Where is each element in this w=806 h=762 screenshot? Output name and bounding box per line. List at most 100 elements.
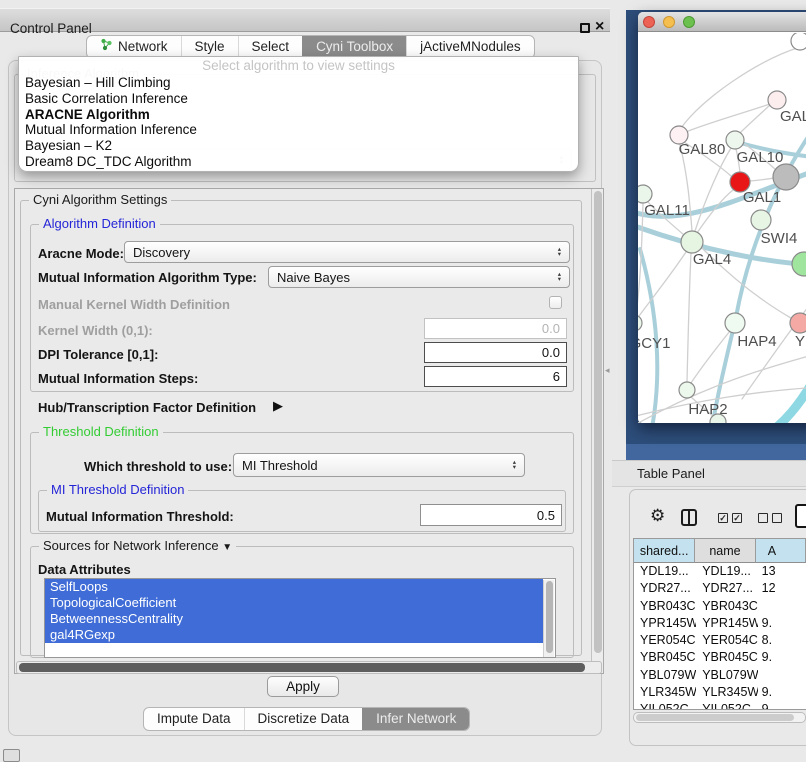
column-header[interactable]: name: [695, 539, 755, 563]
tab-select[interactable]: Select: [238, 36, 303, 58]
data-attribute-item[interactable]: TopologicalCoefficient: [45, 595, 543, 611]
collapse-arrow-icon[interactable]: ▼: [222, 542, 232, 553]
tab-label: Network: [118, 36, 168, 58]
bottom-tab-impute-data[interactable]: Impute Data: [144, 708, 244, 730]
document-icon[interactable]: [795, 504, 806, 528]
close-traffic-light-icon[interactable]: [643, 16, 655, 28]
table-cell: YLR345W: [696, 684, 757, 701]
network-node-gcy1[interactable]: [638, 315, 642, 331]
table-row[interactable]: YDR27...YDR27...12: [634, 580, 806, 597]
kernel-width-value: 0.0: [542, 321, 560, 336]
apply-button[interactable]: Apply: [267, 676, 339, 697]
network-node-gal4[interactable]: [681, 231, 703, 253]
data-attribute-item[interactable]: gal4RGexp: [45, 627, 543, 643]
which-threshold-combobox[interactable]: MI Threshold ▴▾: [233, 453, 525, 477]
data-attributes-label: Data Attributes: [38, 562, 131, 577]
column-header[interactable]: shared...: [634, 539, 695, 563]
float-window-icon[interactable]: [580, 23, 590, 33]
network-node[interactable]: [792, 252, 806, 276]
tab-network[interactable]: Network: [87, 36, 181, 58]
settings-vertical-scrollbar[interactable]: [591, 189, 603, 673]
network-node-hap2[interactable]: [679, 382, 695, 398]
algorithm-option[interactable]: Bayesian – K2: [19, 138, 578, 154]
gear-icon[interactable]: ⚙: [650, 506, 665, 526]
network-view-window[interactable]: GAL8GAL80GAL10GAL1GAL11SWI4GAL4GCY1HAP4Y…: [638, 12, 806, 423]
which-threshold-value: MI Threshold: [242, 458, 318, 473]
network-node-swi4[interactable]: [751, 210, 771, 230]
table-row[interactable]: YBR043CYBR043C: [634, 598, 806, 615]
algorithm-option[interactable]: Mutual Information Inference: [19, 122, 578, 138]
algorithm-definition-title: Algorithm Definition: [39, 216, 160, 231]
unchecked-checkbox-icon[interactable]: [758, 513, 768, 523]
network-node-gal8[interactable]: [768, 91, 786, 109]
table-cell: YIL052C: [634, 701, 696, 710]
table-row[interactable]: YBL079WYBL079W: [634, 667, 806, 684]
table-row[interactable]: YLR345WYLR345W9.: [634, 684, 806, 701]
tab-style[interactable]: Style: [181, 36, 238, 58]
table-cell: YDL19...: [634, 563, 696, 580]
bottom-tab-infer-network[interactable]: Infer Network: [362, 708, 469, 730]
tab-jactivemnodules[interactable]: jActiveMNodules: [406, 36, 534, 58]
table-row[interactable]: YBR045CYBR045C9.: [634, 649, 806, 666]
minimize-traffic-light-icon[interactable]: [663, 16, 675, 28]
manual-kernel-label: Manual Kernel Width Definition: [38, 297, 230, 312]
table-cell: YER054C: [696, 632, 757, 649]
table-cell: YLR345W: [634, 684, 696, 701]
columns-icon[interactable]: [681, 509, 697, 526]
table-cell: YDR27...: [696, 580, 757, 597]
column-header[interactable]: A: [756, 539, 806, 563]
network-tab-icon: [100, 36, 113, 58]
mi-threshold-field[interactable]: 0.5: [420, 504, 562, 526]
network-canvas[interactable]: GAL8GAL80GAL10GAL1GAL11SWI4GAL4GCY1HAP4Y…: [638, 33, 806, 423]
algorithm-option[interactable]: Basic Correlation Inference: [19, 91, 578, 107]
network-window-titlebar[interactable]: [638, 12, 806, 32]
node-attribute-table[interactable]: shared...nameAYDL19...YDL19...13YDR27...…: [633, 538, 806, 710]
network-node[interactable]: [791, 33, 806, 50]
kernel-width-field[interactable]: 0.0: [424, 318, 567, 339]
network-node-gal11[interactable]: [638, 185, 652, 203]
table-row[interactable]: YPR145WYPR145W9.: [634, 615, 806, 632]
list-vertical-scrollbar[interactable]: [543, 580, 554, 658]
manual-kernel-checkbox[interactable]: [549, 296, 562, 309]
bottom-tab-label: Discretize Data: [258, 708, 350, 730]
table-row[interactable]: YDL19...YDL19...13: [634, 563, 806, 580]
collapsed-panel-icon[interactable]: [3, 749, 20, 762]
algorithm-option[interactable]: Dream8 DC_TDC Algorithm: [19, 154, 578, 170]
close-icon[interactable]: ×: [595, 18, 604, 36]
table-row[interactable]: YER054CYER054C8.: [634, 632, 806, 649]
unchecked-checkbox-icon[interactable]: [772, 513, 782, 523]
aracne-mode-label: Aracne Mode:: [38, 246, 124, 261]
table-row[interactable]: YIL052CYIL052C9: [634, 701, 806, 710]
table-cell: 9.: [758, 684, 806, 701]
network-node-gal10[interactable]: [726, 131, 744, 149]
algorithm-option[interactable]: Bayesian – Hill Climbing: [19, 75, 578, 91]
checked-checkbox-icon[interactable]: ✓: [718, 513, 728, 523]
expand-arrow-icon[interactable]: ▶: [273, 398, 283, 414]
table-cell: 9: [758, 701, 806, 710]
table-cell: YBR043C: [634, 598, 696, 615]
bottom-tab-label: Impute Data: [157, 708, 231, 730]
bottom-tab-discretize-data[interactable]: Discretize Data: [244, 708, 363, 730]
network-node[interactable]: [773, 164, 799, 190]
network-node-hap4[interactable]: [725, 313, 745, 333]
network-node-y[interactable]: [790, 313, 806, 333]
tab-cyni-toolbox[interactable]: Cyni Toolbox: [302, 36, 406, 58]
data-attribute-item[interactable]: SelfLoops: [45, 579, 543, 595]
data-attributes-list[interactable]: SelfLoopsTopologicalCoefficientBetweenne…: [44, 578, 556, 658]
panel-divider-arrow-icon[interactable]: ◂: [605, 365, 610, 376]
settings-horizontal-scrollbar[interactable]: [16, 661, 602, 674]
apply-label: Apply: [286, 679, 320, 694]
table-cell: YDR27...: [634, 580, 696, 597]
node-label: GAL11: [644, 202, 690, 219]
table-horizontal-scrollbar[interactable]: [633, 712, 806, 723]
which-threshold-label: Which threshold to use:: [84, 459, 232, 474]
hub-section-label[interactable]: Hub/Transcription Factor Definition: [38, 400, 256, 415]
zoom-traffic-light-icon[interactable]: [683, 16, 695, 28]
mi-steps-field[interactable]: 6: [424, 366, 567, 387]
aracne-mode-combobox[interactable]: Discovery ▴▾: [124, 241, 570, 263]
dpi-tolerance-field[interactable]: 0.0: [424, 342, 567, 363]
algorithm-option[interactable]: ARACNE Algorithm: [19, 107, 578, 123]
mi-type-combobox[interactable]: Naive Bayes ▴▾: [268, 266, 570, 288]
data-attribute-item[interactable]: BetweennessCentrality: [45, 611, 543, 627]
checked-checkbox-icon[interactable]: ✓: [732, 513, 742, 523]
